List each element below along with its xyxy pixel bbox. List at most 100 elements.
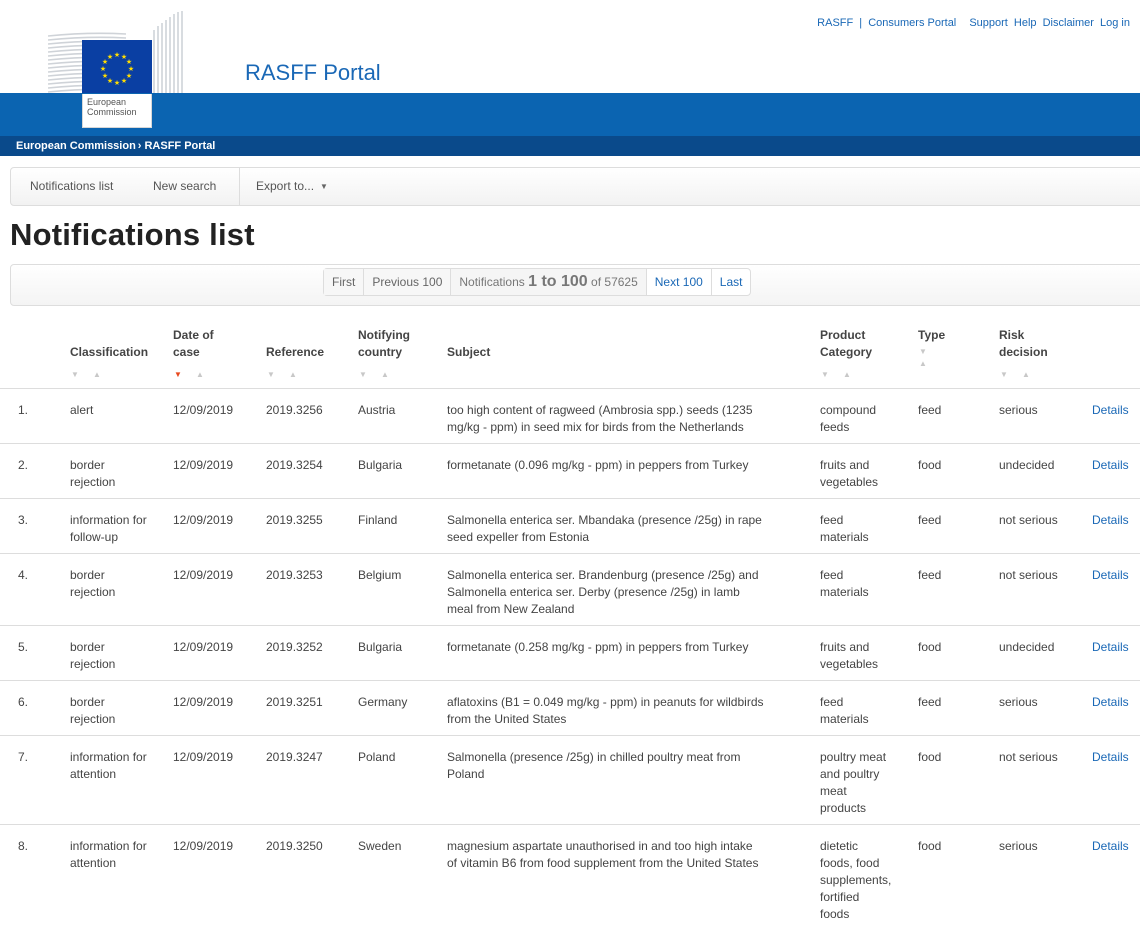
- details-link-line: Details: [1092, 403, 1129, 417]
- sort-desc-icon[interactable]: ▼: [71, 370, 93, 379]
- portal-title[interactable]: RASFF Portal: [245, 60, 381, 86]
- row-risk-decision: serious: [999, 838, 1038, 855]
- row-date: 12/09/2019: [173, 567, 233, 584]
- details-link[interactable]: Details: [1092, 838, 1129, 855]
- previous-page-button[interactable]: Previous 100: [364, 269, 452, 295]
- header-date-of-case[interactable]: Date of case: [173, 327, 214, 361]
- row-classification-line: information for: [70, 513, 147, 527]
- last-page-button[interactable]: Last: [712, 269, 751, 295]
- header-classification[interactable]: Classification: [70, 344, 148, 361]
- notifications-list-button[interactable]: Notifications list: [30, 168, 113, 205]
- row-type: feed: [918, 512, 941, 529]
- row-product-category-line: vegetables: [820, 475, 879, 489]
- details-link[interactable]: Details: [1092, 694, 1129, 711]
- row-date: 12/09/2019: [173, 457, 233, 474]
- details-link[interactable]: Details: [1092, 749, 1129, 766]
- pagination-total: 57625: [604, 275, 638, 289]
- sort-asc-icon[interactable]: ▲: [196, 370, 218, 379]
- first-page-button[interactable]: First: [324, 269, 365, 295]
- link-help[interactable]: Help: [1014, 17, 1037, 29]
- details-link-line: Details: [1092, 839, 1129, 853]
- sort-desc-icon[interactable]: ▼: [1000, 370, 1022, 379]
- row-type-line: food: [918, 750, 942, 764]
- sort-asc-icon[interactable]: ▲: [843, 370, 865, 379]
- row-number: 1.: [18, 402, 28, 419]
- row-subject: Salmonella (presence /25g) in chilled po…: [447, 749, 740, 783]
- row-subject-line: mg/kg - ppm) in seed mix for birds from …: [447, 420, 744, 434]
- row-date: 12/09/2019: [173, 639, 233, 656]
- row-type-line: feed: [918, 403, 942, 417]
- row-type-line: food: [918, 640, 942, 654]
- row-classification: border rejection: [70, 567, 115, 601]
- export-dropdown[interactable]: Export to... ▼: [256, 168, 328, 205]
- row-type: feed: [918, 694, 941, 711]
- page-title: Notifications list: [10, 217, 255, 252]
- sort-desc-icon[interactable]: ▼: [821, 370, 843, 379]
- table-row: 1. alert 12/09/2019 2019.3256 Austria too hig…: [0, 388, 1140, 443]
- row-reference-line: 2019.3253: [266, 568, 323, 582]
- link-disclaimer[interactable]: Disclaimer: [1043, 17, 1094, 29]
- details-link[interactable]: Details: [1092, 512, 1129, 529]
- details-link[interactable]: Details: [1092, 457, 1129, 474]
- header-product-line2: Category: [820, 345, 873, 359]
- new-search-button[interactable]: New search: [153, 168, 216, 205]
- sort-desc-icon[interactable]: ▼: [267, 370, 289, 379]
- ec-logo-line2: Commission: [87, 107, 137, 117]
- row-country-line: Poland: [358, 750, 396, 764]
- details-link[interactable]: Details: [1092, 402, 1129, 419]
- row-product-category-line: and poultry: [820, 767, 880, 781]
- sort-product-category: ▼ ▲: [821, 370, 865, 379]
- row-product-category: fruits and vegetables: [820, 457, 878, 491]
- header-risk-decision[interactable]: Risk decision: [999, 327, 1048, 361]
- header-product-category[interactable]: Product Category: [820, 327, 872, 361]
- link-consumers-portal[interactable]: Consumers Portal: [868, 17, 956, 29]
- eu-flag-icon: ★ ★★ ★★★ ★★★ ★★★: [82, 40, 152, 94]
- link-rasff[interactable]: RASFF: [817, 17, 853, 29]
- row-classification: information for attention: [70, 838, 147, 872]
- svg-text:★: ★: [107, 53, 113, 61]
- row-product-category: compound feeds: [820, 402, 876, 436]
- sort-desc-icon[interactable]: ▼: [919, 346, 941, 358]
- breadcrumb-current[interactable]: RASFF Portal: [144, 136, 215, 156]
- row-reference-line: 2019.3255: [266, 513, 323, 527]
- top-links: RASFF | Consumers Portal Support Help Di…: [817, 17, 1130, 29]
- details-link[interactable]: Details: [1092, 567, 1129, 584]
- details-link[interactable]: Details: [1092, 639, 1129, 656]
- sort-asc-icon[interactable]: ▲: [1022, 370, 1044, 379]
- sort-date: ▼ ▲: [174, 370, 218, 379]
- pagination-range: 1 to 100: [528, 273, 588, 290]
- row-product-category-line: feed: [820, 568, 844, 582]
- ec-logo-label: European Commission: [82, 94, 152, 128]
- row-classification-line: attention: [70, 767, 117, 781]
- header-type[interactable]: Type: [918, 327, 945, 344]
- table-row: 6. border rejection 12/09/2019 2019.3251 Germ…: [0, 680, 1140, 735]
- link-separator: |: [859, 17, 863, 29]
- header-reference[interactable]: Reference: [266, 344, 324, 361]
- row-country: Belgium: [358, 567, 401, 584]
- row-classification: border rejection: [70, 639, 115, 673]
- row-product-category: feed materials: [820, 694, 869, 728]
- row-classification-line: border: [70, 458, 105, 472]
- row-country: Bulgaria: [358, 457, 402, 474]
- next-page-button[interactable]: Next 100: [647, 269, 712, 295]
- link-login[interactable]: Log in: [1100, 17, 1130, 29]
- breadcrumb-home[interactable]: European Commission: [16, 136, 136, 156]
- header-notifying-country[interactable]: Notifying country: [358, 327, 410, 361]
- row-subject-line: meal from New Zealand: [447, 602, 575, 616]
- sort-asc-icon[interactable]: ▲: [289, 370, 311, 379]
- row-risk-decision: undecided: [999, 457, 1054, 474]
- sort-classification: ▼ ▲: [71, 370, 115, 379]
- row-date: 12/09/2019: [173, 512, 233, 529]
- row-date-line: 12/09/2019: [173, 750, 234, 764]
- sort-asc-icon[interactable]: ▲: [381, 370, 403, 379]
- row-product-category-line: poultry meat: [820, 750, 887, 764]
- row-subject-line: Salmonella enterica ser. Mbandaka (prese…: [447, 513, 762, 527]
- sort-asc-icon[interactable]: ▲: [919, 358, 941, 370]
- link-support[interactable]: Support: [969, 17, 1008, 29]
- sort-asc-icon[interactable]: ▲: [93, 370, 115, 379]
- row-product-category-line: meat: [820, 784, 847, 798]
- row-reference-line: 2019.3251: [266, 695, 323, 709]
- sort-desc-active-icon[interactable]: ▼: [174, 370, 196, 379]
- sort-desc-icon[interactable]: ▼: [359, 370, 381, 379]
- row-risk-decision: not serious: [999, 749, 1058, 766]
